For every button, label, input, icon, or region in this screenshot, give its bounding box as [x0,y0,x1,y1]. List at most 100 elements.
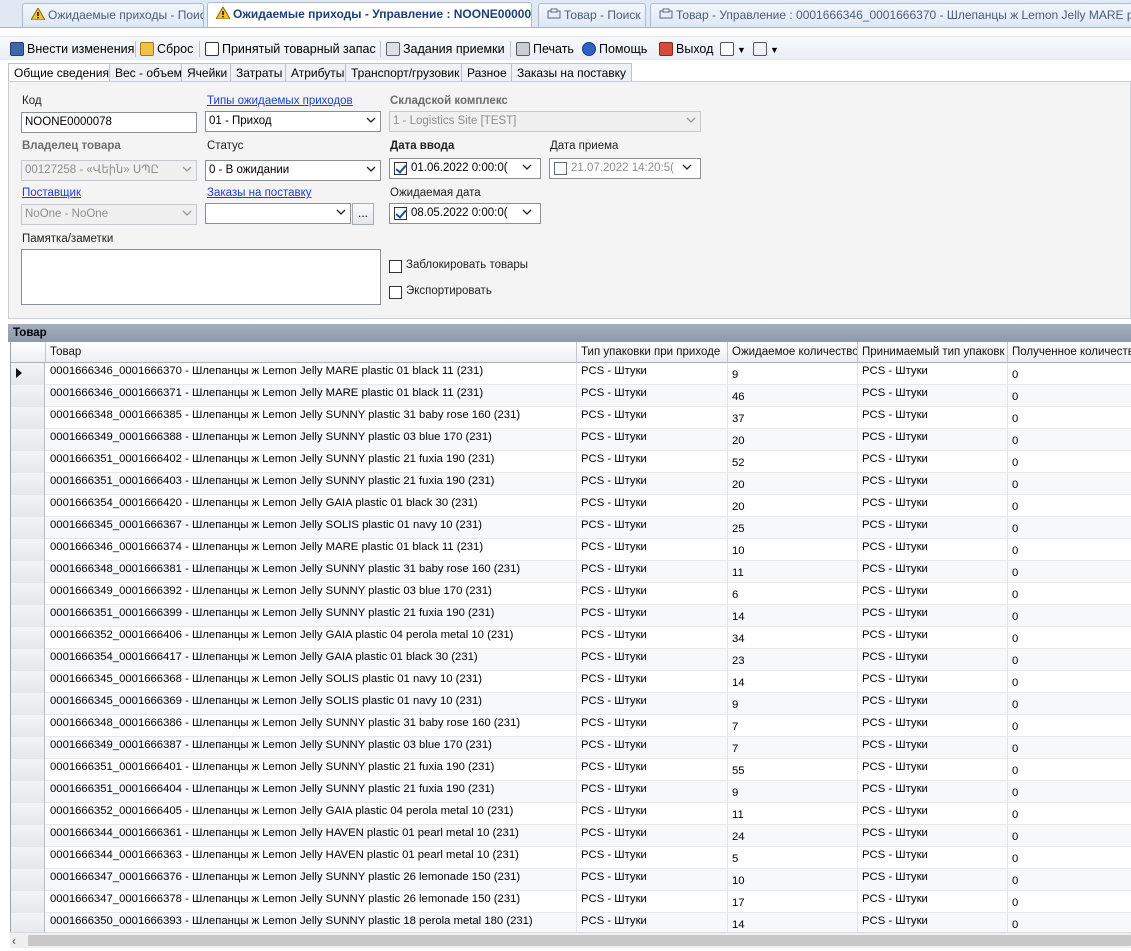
table-row[interactable]: 0001666344_0001666363 - Шлепанцы ж Lemon… [11,847,1131,869]
table-row[interactable]: 0001666347_0001666378 - Шлепанцы ж Lemon… [11,891,1131,913]
column-header-goods[interactable]: Товар [46,342,577,363]
table-row[interactable]: 0001666349_0001666388 - Шлепанцы ж Lemon… [11,429,1131,451]
notes-textarea[interactable] [21,249,381,305]
row-selector[interactable] [11,583,45,605]
table-row[interactable]: 0001666349_0001666387 - Шлепанцы ж Lemon… [11,737,1131,759]
exit-button[interactable]: Выход [659,39,713,59]
tab-general[interactable]: Общие сведения [8,63,115,83]
table-row[interactable]: 0001666344_0001666361 - Шлепанцы ж Lemon… [11,825,1131,847]
row-selector[interactable] [11,473,45,495]
code-field[interactable]: NOONE0000078 [21,112,197,133]
row-selector[interactable] [11,693,45,715]
apply-changes-button[interactable]: Внести изменения [10,39,134,59]
window-tab-receipts-search[interactable]: Ожидаемые приходы - Поиск [22,3,204,27]
row-selector[interactable] [11,451,45,473]
column-header-receipt-pack-type[interactable]: Тип упаковки при приходе [577,342,728,363]
accept-date-picker[interactable]: 21.07.2022 14:20:5( [549,158,701,179]
table-row[interactable]: 0001666345_0001666369 - Шлепанцы ж Lemon… [11,693,1131,715]
table-row[interactable]: 0001666354_0001666417 - Шлепанцы ж Lemon… [11,649,1131,671]
row-selector[interactable] [11,781,45,803]
receipt-type-select[interactable]: 01 - Приход [205,111,381,132]
tab-transport[interactable]: Транспорт/грузовик [345,63,466,82]
purchase-orders-link[interactable]: Заказы на поставку [207,187,312,199]
row-selector[interactable] [11,517,45,539]
accepted-stock-button[interactable]: Принятый товарный запас [205,39,376,59]
row-selector[interactable] [11,891,45,913]
entry-date-checkbox[interactable] [394,162,407,175]
table-row[interactable]: 0001666354_0001666420 - Шлепанцы ж Lemon… [11,495,1131,517]
table-row[interactable]: 0001666352_0001666406 - Шлепанцы ж Lemon… [11,627,1131,649]
row-selector[interactable] [11,759,45,781]
tab-weight-volume[interactable]: Вес - объем [109,63,188,82]
purchase-order-browse-button[interactable]: ... [352,203,374,225]
table-row[interactable]: 0001666350_0001666393 - Шлепанцы ж Lemon… [11,913,1131,932]
table-row[interactable]: 0001666348_0001666381 - Шлепанцы ж Lemon… [11,561,1131,583]
supplier-link[interactable]: Поставщик [22,187,81,199]
expected-date-picker[interactable]: 08.05.2022 0:00:0( [389,203,541,224]
table-row[interactable]: 0001666351_0001666399 - Шлепанцы ж Lemon… [11,605,1131,627]
reset-button[interactable]: Сброс [140,39,193,59]
scroll-left-icon[interactable]: ‹ [12,934,24,948]
row-selector[interactable] [11,385,45,407]
window-tab-goods-search[interactable]: Товар - Поиск [538,3,646,27]
report-dropdown-button[interactable]: ▼ [720,39,746,59]
table-row[interactable]: 0001666346_0001666374 - Шлепанцы ж Lemon… [11,539,1131,561]
tab-cells[interactable]: Ячейки [181,63,234,82]
row-selector[interactable] [11,495,45,517]
horizontal-scrollbar[interactable]: ‹ [10,932,1131,948]
table-row[interactable]: 0001666348_0001666386 - Шлепанцы ж Lemon… [11,715,1131,737]
table-row[interactable]: 0001666345_0001666368 - Шлепанцы ж Lemon… [11,671,1131,693]
table-row[interactable]: 0001666346_0001666370 - Шлепанцы ж Lemon… [11,363,1131,385]
tab-attributes[interactable]: Атрибуты [285,63,351,82]
table-row[interactable]: 0001666351_0001666404 - Шлепанцы ж Lemon… [11,781,1131,803]
cell-accepted-pack-type: PCS - Штуки [858,385,1008,407]
row-selector[interactable] [11,627,45,649]
row-selector[interactable] [11,407,45,429]
status-select[interactable]: 0 - В ожидании [205,160,381,181]
receipt-types-link[interactable]: Типы ожидаемых приходов [207,95,353,107]
expected-date-checkbox[interactable] [394,207,407,220]
receiving-tasks-button[interactable]: Задания приемки [386,39,505,59]
table-row[interactable]: 0001666351_0001666402 - Шлепанцы ж Lemon… [11,451,1131,473]
accept-date-checkbox[interactable] [554,162,567,175]
table-row[interactable]: 0001666347_0001666376 - Шлепанцы ж Lemon… [11,869,1131,891]
row-selector[interactable] [11,737,45,759]
tab-purchase-orders[interactable]: Заказы на поставку [511,63,633,82]
table-row[interactable]: 0001666351_0001666403 - Шлепанцы ж Lemon… [11,473,1131,495]
table-row[interactable]: 0001666345_0001666367 - Шлепанцы ж Lemon… [11,517,1131,539]
row-selector[interactable] [11,715,45,737]
row-selector[interactable] [11,429,45,451]
column-header-accepted-pack-type[interactable]: Принимаемый тип упаковк [858,342,1008,363]
lock-goods-checkbox[interactable] [389,260,402,273]
table-row[interactable]: 0001666348_0001666385 - Шлепанцы ж Lemon… [11,407,1131,429]
column-header-expected-qty[interactable]: Ожидаемое количество [728,342,858,363]
purchase-order-select[interactable] [205,203,351,224]
row-selector[interactable] [11,561,45,583]
table-row[interactable]: 0001666349_0001666392 - Шлепанцы ж Lemon… [11,583,1131,605]
row-selector[interactable] [11,825,45,847]
row-selector[interactable] [11,913,45,932]
row-selector[interactable] [11,671,45,693]
scrollbar-thumb[interactable] [28,935,1131,946]
row-selector[interactable] [11,649,45,671]
table-row[interactable]: 0001666351_0001666401 - Шлепанцы ж Lemon… [11,759,1131,781]
column-header-received-qty[interactable]: Полученное количеств [1008,342,1131,363]
print-button[interactable]: Печать [516,39,574,59]
row-selector[interactable] [11,539,45,561]
row-selector[interactable] [11,847,45,869]
cell-received-qty: 0 [1008,385,1131,407]
row-selector[interactable] [11,363,45,385]
table-row[interactable]: 0001666352_0001666405 - Шлепанцы ж Lemon… [11,803,1131,825]
row-selector[interactable] [11,869,45,891]
row-selector[interactable] [11,803,45,825]
export-checkbox[interactable] [389,286,402,299]
entry-date-picker[interactable]: 01.06.2022 0:00:0( [389,158,541,179]
window-tab-goods-manage[interactable]: Товар - Управление : 0001666346_00016663… [650,3,1131,27]
edit-dropdown-button[interactable]: ▼ [753,39,779,59]
table-row[interactable]: 0001666346_0001666371 - Шлепанцы ж Lemon… [11,385,1131,407]
window-tab-receipts-manage[interactable]: Ожидаемые приходы - Управление : NOONE00… [207,2,532,27]
tab-misc[interactable]: Разное [461,63,513,82]
help-button[interactable]: Помощь [582,39,647,59]
row-selector[interactable] [11,605,45,627]
tab-costs[interactable]: Затраты [230,63,289,82]
